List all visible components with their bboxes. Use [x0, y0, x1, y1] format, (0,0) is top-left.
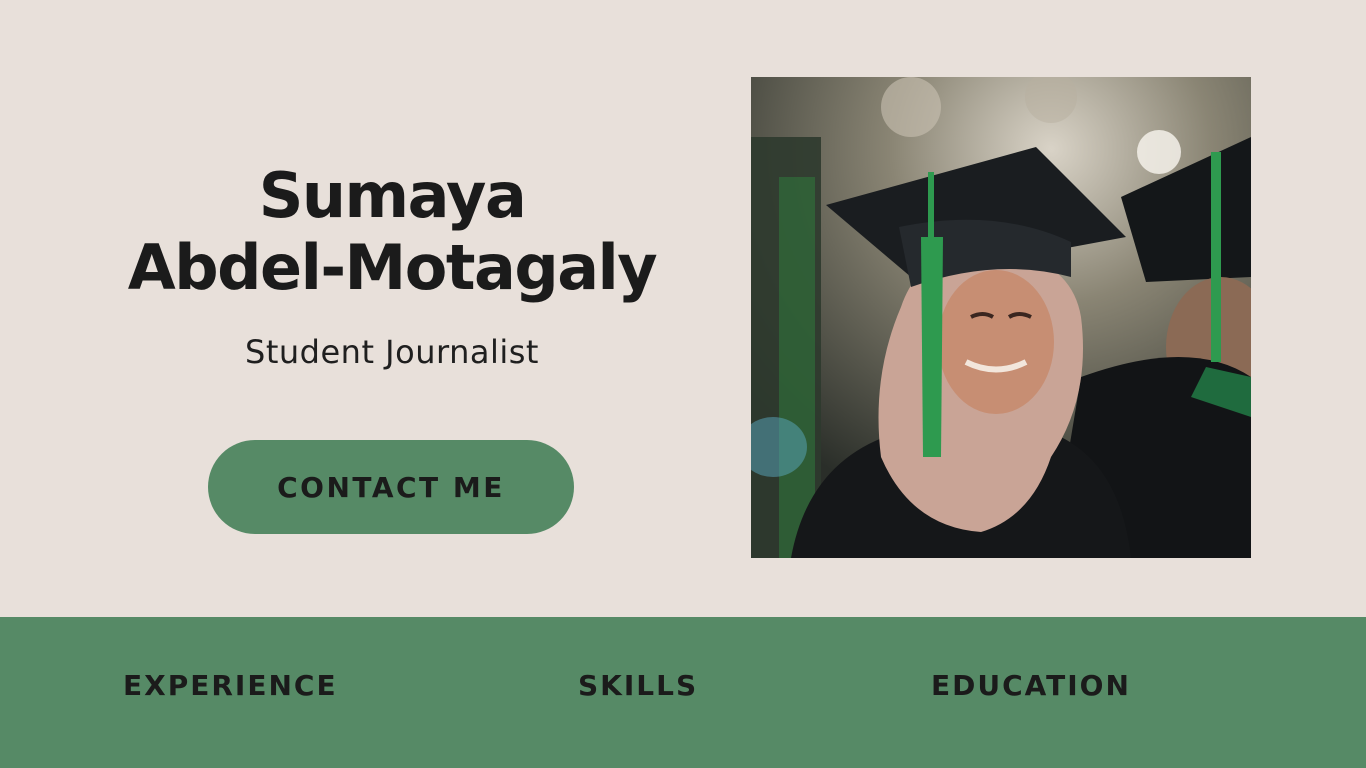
name-first: Sumaya: [258, 159, 527, 232]
nav-experience[interactable]: EXPERIENCE: [123, 669, 338, 702]
person-name: Sumaya Abdel-Motagaly: [92, 160, 692, 304]
name-last: Abdel-Motagaly: [127, 231, 658, 304]
nav-skills[interactable]: SKILLS: [578, 669, 698, 702]
page: Sumaya Abdel-Motagaly Student Journalist…: [0, 0, 1366, 768]
hero-section: Sumaya Abdel-Motagaly Student Journalist…: [0, 0, 1366, 617]
graduate-photo-illustration: [751, 77, 1251, 558]
profile-photo: [751, 77, 1251, 558]
job-title: Student Journalist: [245, 333, 539, 371]
intro-block: Sumaya Abdel-Motagaly Student Journalist: [92, 160, 692, 372]
nav-education[interactable]: EDUCATION: [931, 669, 1131, 702]
section-nav: EXPERIENCE SKILLS EDUCATION: [0, 617, 1366, 768]
contact-me-button[interactable]: CONTACT ME: [208, 440, 574, 534]
